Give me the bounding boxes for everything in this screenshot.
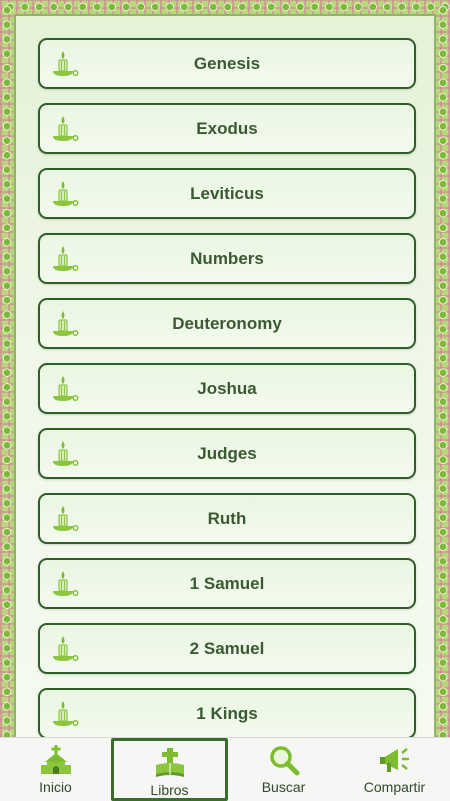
border-dots-right (436, 0, 450, 737)
border-dots-left (0, 0, 14, 737)
book-label: Judges (197, 443, 257, 463)
book-button[interactable]: Genesis (38, 38, 416, 89)
nav-label: Compartir (363, 779, 426, 795)
book-label: Deuteronomy (172, 313, 282, 333)
church-icon (40, 745, 71, 774)
book-button[interactable]: Exodus (38, 103, 416, 154)
candle-icon (53, 51, 79, 76)
book-label: 2 Samuel (189, 638, 265, 658)
book-button[interactable]: Numbers (38, 233, 416, 284)
candle-icon (53, 701, 79, 726)
candle-icon (53, 311, 79, 336)
book-button[interactable]: Leviticus (38, 168, 416, 219)
book-button[interactable]: 1 Samuel (38, 558, 416, 609)
candle-icon (53, 116, 79, 141)
book-label: Leviticus (190, 183, 264, 203)
book-button[interactable]: Deuteronomy (38, 298, 416, 349)
book-label: 1 Samuel (189, 573, 265, 593)
book-label: Exodus (196, 118, 258, 138)
book-button[interactable]: 2 Samuel (38, 623, 416, 674)
candle-icon (53, 571, 79, 596)
book-label: Ruth (207, 508, 247, 528)
book-button[interactable]: Joshua (38, 363, 416, 414)
book-button[interactable]: 1 Kings (38, 688, 416, 737)
book-button[interactable]: Ruth (38, 493, 416, 544)
candle-icon (53, 636, 79, 661)
bottom-navigation: Inicio Libros Buscar Compartir (0, 737, 450, 801)
border-dots-top (0, 0, 450, 14)
candle-icon (53, 441, 79, 466)
nav-label: Buscar (261, 779, 306, 795)
nav-buscar[interactable]: Buscar (228, 738, 339, 801)
book-label: 1 Kings (196, 703, 258, 723)
nav-label: Libros (150, 782, 189, 798)
candle-icon (53, 506, 79, 531)
bible-icon (155, 748, 184, 777)
candle-icon (53, 376, 79, 401)
book-list: Genesis Exodus Leviticus Numbers Deuteronomy… (38, 38, 416, 737)
magnifier-icon (269, 746, 299, 776)
books-panel: Genesis Exodus Leviticus Numbers Deuteronomy… (14, 14, 436, 737)
book-button[interactable]: Judges (38, 428, 416, 479)
book-label: Joshua (197, 378, 257, 398)
nav-compartir[interactable]: Compartir (339, 738, 450, 801)
book-label: Genesis (193, 53, 261, 73)
candle-icon (53, 246, 79, 271)
candle-icon (53, 181, 79, 206)
nav-inicio[interactable]: Inicio (0, 738, 111, 801)
nav-libros[interactable]: Libros (111, 738, 228, 801)
megaphone-icon (379, 748, 409, 772)
nav-label: Inicio (39, 779, 72, 795)
book-label: Numbers (190, 248, 264, 268)
